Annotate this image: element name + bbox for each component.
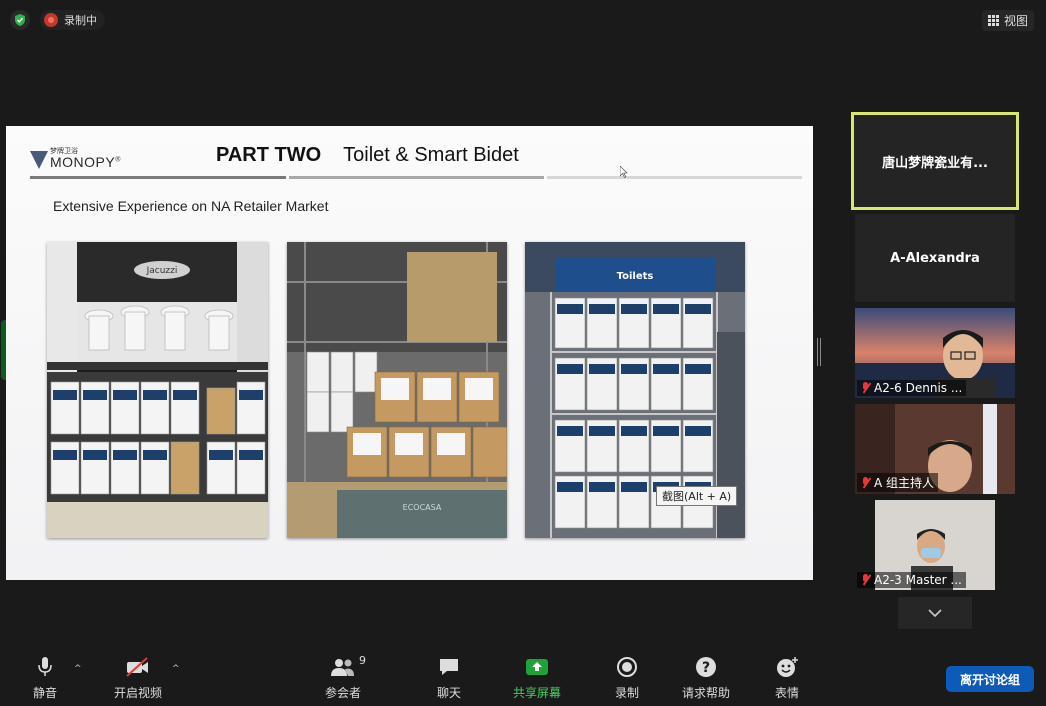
slide-subtitle: Extensive Experience on NA Retailer Mark… (53, 198, 329, 214)
logo-mark-icon (30, 151, 48, 169)
view-button[interactable]: 视图 (981, 10, 1034, 31)
security-shield-icon[interactable] (10, 10, 30, 30)
photo-1-sign-text: Jacuzzi (146, 266, 178, 276)
help-icon: ? (693, 656, 719, 678)
participants-button[interactable]: 9 参会者 (325, 654, 366, 701)
progress-bar-3 (547, 176, 802, 179)
video-label: 开启视频 (114, 686, 163, 700)
recording-indicator[interactable]: 录制中 (40, 10, 105, 30)
participant-tile-alexandra[interactable]: A-Alexandra (855, 214, 1015, 302)
slide-title-sub: Toilet & Smart Bidet (343, 144, 519, 166)
active-speaker-name: 唐山梦牌瓷业有... (882, 155, 988, 171)
mic-muted-icon (861, 574, 870, 586)
view-label: 视图 (1003, 14, 1028, 28)
chat-button[interactable]: 聊天 (436, 656, 462, 701)
recording-label: 录制中 (64, 14, 97, 27)
chat-icon (436, 656, 462, 678)
resize-handle[interactable] (817, 338, 821, 366)
photo-2-box-text: ECOCASA (403, 503, 442, 512)
audio-options-caret-icon[interactable]: ^ (74, 664, 82, 674)
mute-button[interactable]: 静音 (32, 656, 58, 701)
share-screen-label: 共享屏幕 (513, 686, 562, 700)
participant-tile-host[interactable]: A 组主持人 (855, 404, 1015, 494)
reactions-label: 表情 (774, 686, 799, 700)
meeting-toolbar: 静音 ^ 开启视频 ^ 9 参会者 聊天 共享屏幕 录制 ? 请求帮助 表情 (0, 650, 1046, 706)
share-screen-button[interactable]: 共享屏幕 (513, 656, 561, 701)
participant-label: A2-3 Master ... (857, 572, 966, 588)
participants-count: 9 (359, 654, 366, 667)
participants-icon: 9 (330, 654, 366, 678)
progress-bar-1 (30, 176, 286, 179)
screenshot-tooltip: 截图(Alt + A) (656, 486, 738, 506)
leave-breakout-room-button[interactable]: 离开讨论组 (946, 666, 1034, 692)
record-label: 录制 (614, 686, 639, 700)
microphone-icon (32, 656, 58, 678)
mic-muted-icon (861, 382, 870, 394)
slide-title: PART TWO Toilet & Smart Bidet (216, 144, 519, 167)
participant-name: A-Alexandra (890, 250, 980, 266)
participants-label: 参会者 (325, 686, 362, 700)
video-off-icon (125, 656, 151, 678)
participant-name: A2-6 Dennis ... (874, 381, 963, 395)
store-photo-2: ECOCASA (287, 242, 507, 538)
store-photo-1: Jacuzzi (47, 242, 268, 538)
participant-tile-master[interactable]: A2-3 Master ... (855, 500, 1015, 590)
grid-view-icon (987, 15, 999, 26)
participant-name: A2-3 Master ... (874, 573, 962, 587)
logo-en-text: MONOPY® (50, 154, 121, 170)
mouse-cursor-icon (620, 166, 628, 178)
recording-dot-icon (44, 13, 58, 27)
gallery-scroll-down-button[interactable] (898, 597, 972, 629)
request-help-label: 请求帮助 (682, 686, 731, 700)
photo-3-sign-text: Toilets (617, 271, 654, 282)
slide-title-part: PART TWO (216, 144, 322, 166)
request-help-button[interactable]: ? 请求帮助 (682, 656, 730, 701)
shared-screen: 梦牌卫浴 MONOPY® PART TWO Toilet & Smart Bid… (6, 126, 813, 580)
chat-label: 聊天 (436, 686, 461, 700)
svg-text:?: ? (702, 660, 710, 676)
smiley-icon (774, 656, 800, 678)
start-video-button[interactable]: 开启视频 (114, 656, 162, 701)
chevron-down-icon (928, 609, 942, 617)
progress-bar-2 (289, 176, 544, 179)
reactions-button[interactable]: 表情 (774, 656, 800, 701)
video-options-caret-icon[interactable]: ^ (172, 664, 180, 674)
participant-tile-dennis[interactable]: A2-6 Dennis ... (855, 308, 1015, 398)
share-screen-icon (524, 656, 550, 678)
participant-label: A2-6 Dennis ... (857, 380, 967, 396)
record-icon (614, 656, 640, 678)
participant-name: A 组主持人 (874, 476, 935, 490)
monopy-logo: 梦牌卫浴 MONOPY® (30, 148, 121, 169)
mic-muted-icon (861, 476, 870, 489)
meeting-status: 录制中 (10, 10, 105, 30)
record-button[interactable]: 录制 (614, 656, 640, 701)
mute-label: 静音 (32, 686, 57, 700)
active-speaker-tile[interactable]: 唐山梦牌瓷业有... (851, 112, 1019, 210)
participant-label: A 组主持人 (857, 473, 939, 492)
